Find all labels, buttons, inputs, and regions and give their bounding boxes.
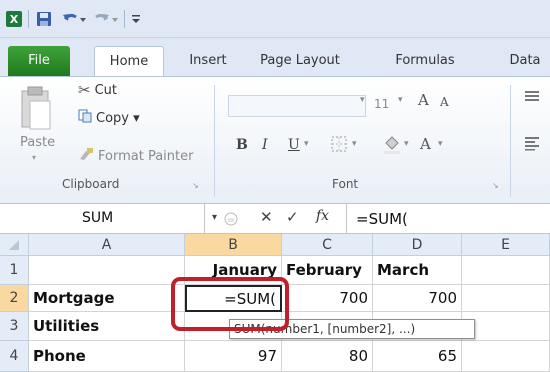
- formula-input[interactable]: =SUM(: [356, 210, 408, 228]
- select-all-corner[interactable]: [0, 234, 29, 256]
- tab-page-layout[interactable]: Page Layout: [250, 46, 350, 76]
- borders-dropdown-icon[interactable]: ▾: [352, 139, 357, 149]
- copy-button[interactable]: Copy ▾: [78, 109, 140, 127]
- svg-text:X: X: [10, 13, 19, 26]
- cell-a3[interactable]: Utilities: [29, 312, 185, 341]
- row-header-1[interactable]: 1: [0, 256, 29, 285]
- column-header-a[interactable]: A: [29, 234, 185, 256]
- tab-file[interactable]: File: [8, 46, 70, 76]
- cell-d2[interactable]: 700: [373, 285, 462, 312]
- cell-e3[interactable]: [462, 312, 550, 341]
- tab-insert[interactable]: Insert: [178, 46, 238, 76]
- scissors-icon: ✂: [78, 81, 91, 99]
- ribbon: Paste ▾ ✂ Cut Copy ▾ Format Painter Clip…: [0, 76, 550, 204]
- name-box-value: SUM: [82, 210, 114, 226]
- excel-icon[interactable]: X: [4, 9, 24, 29]
- tab-home[interactable]: Home: [94, 46, 164, 76]
- name-box-dropdown-icon[interactable]: ▾: [212, 212, 217, 223]
- cell-e1[interactable]: [462, 256, 550, 285]
- row-header-2[interactable]: 2: [0, 285, 29, 312]
- formula-bar: SUM ▾ = ✕ ✓ fx =SUM(: [0, 204, 550, 234]
- cell-a1[interactable]: [29, 256, 185, 285]
- row-header-3[interactable]: 3: [0, 312, 29, 341]
- font-group-label: Font: [332, 177, 359, 191]
- cell-c4[interactable]: 80: [282, 341, 373, 372]
- fill-color-dropdown-icon[interactable]: ▾: [404, 139, 409, 149]
- tab-data[interactable]: Data: [500, 46, 550, 76]
- clipboard-launcher-icon[interactable]: ↘: [192, 181, 199, 190]
- svg-text:=: =: [227, 215, 235, 226]
- font-color-icon[interactable]: A: [420, 135, 431, 153]
- cell-d4[interactable]: 65: [373, 341, 462, 372]
- column-header-d[interactable]: D: [373, 234, 462, 256]
- cell-c1[interactable]: February: [282, 256, 373, 285]
- clipboard-group-label: Clipboard: [62, 177, 120, 191]
- underline-dropdown-icon[interactable]: ▾: [304, 139, 309, 149]
- cell-a2[interactable]: Mortgage: [29, 285, 185, 312]
- highlight-outline: [171, 277, 289, 331]
- paste-icon[interactable]: [18, 85, 54, 135]
- cell-b4[interactable]: 97: [185, 341, 282, 372]
- cut-button[interactable]: ✂ Cut: [78, 81, 117, 99]
- grow-font-icon[interactable]: A: [418, 91, 429, 109]
- customize-qat-icon[interactable]: [128, 9, 144, 29]
- row-header-4[interactable]: 4: [0, 341, 29, 372]
- paste-button[interactable]: Paste: [20, 135, 55, 150]
- font-size-box[interactable]: 11: [374, 97, 389, 111]
- save-icon[interactable]: [34, 9, 54, 29]
- cell-a4[interactable]: Phone: [29, 341, 185, 372]
- worksheet-grid: A B C D E 1 January February March 2 Mor…: [0, 234, 550, 372]
- paste-dropdown-icon[interactable]: ▾: [32, 153, 36, 162]
- column-header-e[interactable]: E: [462, 234, 550, 256]
- cell-d1[interactable]: March: [373, 256, 462, 285]
- fill-color-icon[interactable]: [382, 133, 402, 158]
- font-name-box[interactable]: [228, 95, 366, 117]
- cell-e4[interactable]: [462, 341, 550, 372]
- align-top-icon[interactable]: [524, 89, 542, 106]
- italic-button[interactable]: I: [262, 137, 268, 153]
- format-painter-icon: [78, 147, 94, 165]
- bold-button[interactable]: B: [236, 137, 248, 153]
- copy-icon: [78, 109, 92, 127]
- name-box[interactable]: SUM ▾: [0, 204, 217, 234]
- tab-formulas[interactable]: Formulas: [380, 46, 470, 76]
- cancel-icon[interactable]: ✕: [260, 208, 273, 226]
- format-painter-button[interactable]: Format Painter: [78, 147, 193, 165]
- font-launcher-icon[interactable]: ↘: [492, 181, 499, 190]
- font-name-dropdown-icon[interactable]: ▾: [360, 95, 368, 105]
- cell-e2[interactable]: [462, 285, 550, 312]
- shrink-font-icon[interactable]: A: [440, 95, 449, 109]
- undo-icon[interactable]: [60, 9, 88, 29]
- column-header-c[interactable]: C: [282, 234, 373, 256]
- borders-icon[interactable]: [330, 135, 348, 156]
- quick-access-toolbar: X: [0, 0, 550, 38]
- redo-icon[interactable]: [92, 9, 120, 29]
- cell-c2[interactable]: 700: [282, 285, 373, 312]
- insert-function-button[interactable]: fx: [316, 208, 329, 224]
- align-left-icon[interactable]: [524, 135, 542, 154]
- font-size-dropdown-icon[interactable]: ▾: [398, 95, 403, 105]
- enter-icon[interactable]: ✓: [286, 208, 299, 226]
- formula-bar-separator-icon: =: [224, 210, 238, 228]
- font-color-dropdown-icon[interactable]: ▾: [438, 139, 443, 149]
- ribbon-tabs: File Home Insert Page Layout Formulas Da…: [0, 38, 550, 76]
- column-header-b[interactable]: B: [185, 234, 282, 256]
- underline-button[interactable]: U: [288, 137, 300, 153]
